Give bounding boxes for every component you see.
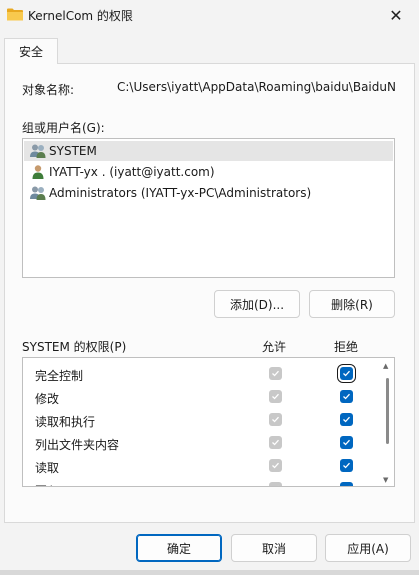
group-users-icon bbox=[30, 144, 46, 158]
checkmark-icon bbox=[343, 370, 350, 377]
permission-row: 完全控制 bbox=[23, 362, 379, 385]
permission-row: 修改 bbox=[23, 385, 379, 408]
allow-checkbox[interactable] bbox=[269, 413, 282, 426]
permission-name: 读取 bbox=[35, 461, 60, 475]
folder-icon bbox=[7, 8, 23, 21]
close-button[interactable]: ✕ bbox=[373, 0, 419, 30]
list-item-administrators[interactable]: Administrators (IYATT-yx-PC\Administrato… bbox=[24, 183, 393, 203]
checkmark-icon bbox=[348, 485, 350, 486]
permission-row: 写入 bbox=[23, 477, 379, 486]
scroll-down-arrow-icon[interactable]: ▼ bbox=[383, 476, 388, 484]
checkmark-icon bbox=[272, 393, 279, 400]
allow-column-header: 允许 bbox=[262, 340, 287, 354]
deny-checkbox[interactable] bbox=[340, 436, 353, 449]
apply-button[interactable]: 应用(A) bbox=[325, 534, 411, 562]
deny-checkbox[interactable] bbox=[337, 364, 356, 383]
permission-name: 写入 bbox=[35, 482, 59, 486]
permission-name: 修改 bbox=[35, 392, 60, 406]
list-item-label: IYATT-yx . (iyatt@iyatt.com) bbox=[49, 165, 215, 179]
permissions-scrollbar[interactable]: ▲ ▼ bbox=[380, 358, 394, 486]
allow-checkbox[interactable] bbox=[269, 367, 282, 380]
deny-column-header: 拒绝 bbox=[334, 340, 359, 354]
scroll-thumb[interactable] bbox=[386, 378, 389, 444]
user-icon bbox=[32, 165, 44, 179]
list-item-iyatt[interactable]: IYATT-yx . (iyatt@iyatt.com) bbox=[24, 162, 393, 182]
permission-row: 读取和执行 bbox=[23, 408, 379, 431]
tab-security[interactable]: 安全 bbox=[4, 38, 58, 64]
allow-checkbox[interactable] bbox=[269, 436, 282, 449]
checkmark-icon bbox=[272, 370, 279, 377]
checkmark-icon bbox=[343, 439, 350, 446]
scroll-up-arrow-icon[interactable]: ▲ bbox=[383, 362, 388, 370]
object-name-label: 对象名称: bbox=[22, 83, 75, 97]
groups-label: 组或用户名(G): bbox=[22, 121, 105, 135]
permission-name: 完全控制 bbox=[35, 369, 84, 383]
permission-name: 读取和执行 bbox=[35, 415, 96, 429]
allow-checkbox[interactable] bbox=[269, 459, 282, 472]
checkmark-icon bbox=[343, 462, 350, 469]
close-icon: ✕ bbox=[389, 5, 403, 25]
window-title: KernelCom 的权限 bbox=[28, 9, 133, 23]
checkmark-icon bbox=[343, 393, 350, 400]
permission-row: 读取 bbox=[23, 454, 379, 477]
window-bottom-edge bbox=[0, 570, 419, 575]
permission-name: 列出文件夹内容 bbox=[35, 438, 120, 452]
cancel-button[interactable]: 取消 bbox=[231, 534, 317, 562]
deny-checkbox[interactable] bbox=[340, 390, 353, 403]
deny-checkbox[interactable] bbox=[340, 482, 353, 486]
checkmark-icon bbox=[277, 485, 279, 486]
checkmark-icon bbox=[272, 462, 279, 469]
title-bar[interactable]: KernelCom 的权限 ✕ bbox=[0, 0, 419, 30]
group-users-icon bbox=[30, 186, 46, 200]
checkmark-icon bbox=[272, 439, 279, 446]
deny-checkbox[interactable] bbox=[340, 413, 353, 426]
deny-checkbox[interactable] bbox=[340, 459, 353, 472]
remove-button[interactable]: 删除(R) bbox=[309, 290, 395, 318]
list-item-system[interactable]: SYSTEM bbox=[24, 141, 393, 161]
allow-checkbox[interactable] bbox=[269, 390, 282, 403]
tab-security-label: 安全 bbox=[18, 45, 43, 59]
groups-listbox[interactable]: SYSTEM IYATT-yx . (iyatt@iyatt.com) Admi… bbox=[22, 138, 395, 278]
checkmark-icon bbox=[343, 416, 350, 423]
object-name-value: C:\Users\iyatt\AppData\Roaming\baidu\Bai… bbox=[117, 80, 395, 94]
checkmark-icon bbox=[272, 416, 279, 423]
permissions-title: SYSTEM 的权限(P) bbox=[22, 340, 127, 354]
permissions-table[interactable]: 完全控制 修改 读取和执行 列出文件夹内容 读取 ▲ ▼ bbox=[22, 357, 395, 487]
list-item-label: SYSTEM bbox=[49, 144, 97, 158]
add-button[interactable]: 添加(D)... bbox=[214, 290, 300, 318]
ok-button[interactable]: 确定 bbox=[136, 534, 222, 562]
list-item-label: Administrators (IYATT-yx-PC\Administrato… bbox=[49, 186, 312, 200]
permission-row: 列出文件夹内容 bbox=[23, 431, 379, 454]
allow-checkbox[interactable] bbox=[269, 482, 282, 486]
